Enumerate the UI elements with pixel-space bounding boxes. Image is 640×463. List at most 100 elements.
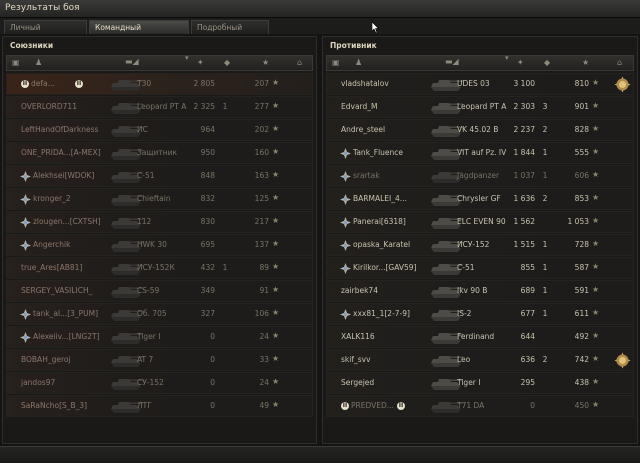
player-row[interactable]: SaRaNcho[S_B_3] ЛТГ 0 49 ★ [6,395,313,417]
player-name: Alexeiiv...[LNG2T] [33,332,100,341]
player-row[interactable]: II defa... II T30 2 805 207 ★ [6,73,313,95]
tank-name: ELC EVEN 90 [457,217,506,226]
player-column-icon[interactable]: ♟ [35,58,42,67]
medal-column-icon[interactable]: ⌂ [617,58,622,67]
player-row[interactable]: Edvard_M Leopard PT A 2 303 3 901 ★ [326,96,634,118]
player-row[interactable]: XALK116 Ferdinand 644 492 ★ [326,326,634,348]
player-row[interactable]: BARMALEI_4... Chrysler GF 1 636 2 853 ★ [326,188,634,210]
title-bar: Результаты боя [0,0,640,18]
xp-value: 742 [574,355,589,364]
xp-value: 89 [259,263,269,272]
player-name: Sergejed [341,378,375,387]
player-row[interactable]: II PREDVED... II T71 DA 0 450 ★ [326,395,634,417]
player-row[interactable]: xxx81_1[2-7-9] IS-2 677 1 611 ★ [326,303,634,325]
clan-emblem-icon [20,171,31,182]
player-row[interactable]: tank_al...[3_PUM] Об. 705 327 106 ★ [6,303,313,325]
xp-value: 901 [574,102,589,111]
allies-title: Союзники [10,41,54,50]
player-row[interactable]: Andre_steel VK 45.02 B 2 237 2 828 ★ [326,119,634,141]
xp-value: 438 [574,378,589,387]
kills-column-icon[interactable]: ◆ [224,58,230,67]
damage-value: 2 303 [513,102,535,111]
player-row[interactable]: opaska_Karatel ИСУ-152 1 515 1 728 ★ [326,234,634,256]
kills-value: 1 [542,263,548,272]
kills-value: 3 [542,102,548,111]
player-name: BOBAH_geroj [21,355,71,364]
tank-name: Leopard PT A [137,102,187,111]
xp-value: 202 [254,125,269,134]
player-row[interactable]: Alexeiiv...[LNG2T] Tiger I 0 24 ★ [6,326,313,348]
player-name: vladshatalov [341,79,389,88]
medal-icon[interactable] [614,352,631,369]
tab-detailed-report[interactable]: Подробный отчёт [191,20,269,45]
xp-star-icon: ★ [592,285,600,294]
tab-bar: Личный результат Командный результат Под… [0,18,640,45]
tank-name: Ikv 90 B [457,286,488,295]
medal-column-icon[interactable]: ⌂ [297,58,302,67]
kills-column-icon[interactable]: ◆ [544,58,550,67]
window-title: Результаты боя [5,3,80,13]
player-row[interactable]: kronger_2 Chieftain 832 125 ★ [6,188,313,210]
squad-column-icon[interactable]: ▣ [12,58,20,67]
xp-star-icon: ★ [272,216,280,225]
player-row[interactable]: Angerchik HWK 30 695 137 ★ [6,234,313,256]
kills-value: 1 [542,309,548,318]
player-column-icon[interactable]: ♟ [355,58,362,67]
damage-value: 636 [520,355,535,364]
clan-emblem-icon [20,217,31,228]
player-row[interactable]: Kirilkor...[GAV59] C-51 855 1 587 ★ [326,257,634,279]
player-row[interactable]: zlougen...[CXTSH] 112 830 217 ★ [6,211,313,233]
player-name: ONE_PRIDA...[A-MEX] [21,148,101,157]
player-row[interactable]: ONE_PRIDA...[A-MEX] Защитник 950 160 ★ [6,142,313,164]
xp-column-icon[interactable]: ★ [262,58,269,67]
xp-value: 728 [574,240,589,249]
player-name: jandos97 [21,378,56,387]
damage-value: 848 [200,171,215,180]
player-row[interactable]: Tank_Fluence VIT auf Pz. IV 1 844 1 555 ★ [326,142,634,164]
player-row[interactable]: true_Ares[AB81] ИСУ-152К 432 1 89 ★ [6,257,313,279]
player-row[interactable]: srartak Jagdpanzer 1 037 1 606 ★ [326,165,634,187]
player-row[interactable]: vladshatalov UDES 03 3 100 810 ★ [326,73,634,95]
player-row[interactable]: BOBAH_geroj AT 7 0 33 ★ [6,349,313,371]
player-row[interactable]: Sergejed Tiger I 295 438 ★ [326,372,634,394]
tank-column-icon[interactable]: ▬◢ [445,57,459,66]
damage-column-icon[interactable]: ✦ [517,58,524,67]
player-row[interactable]: Panerai[6318] ELC EVEN 90 1 562 1 053 ★ [326,211,634,233]
player-row[interactable]: skif_svv Leo 636 2 742 ★ [326,349,634,371]
medal-icon[interactable] [614,76,631,93]
kills-value: 1 [222,102,228,111]
damage-value: 1 562 [513,217,535,226]
player-row[interactable]: Alekhsei[WDOK] C-51 848 163 ★ [6,165,313,187]
player-row[interactable]: SERGEY_VASILICH_ CS-59 349 91 ★ [6,280,313,302]
mouse-cursor-icon [372,22,380,33]
player-row[interactable]: zairbek74 Ikv 90 B 689 1 591 ★ [326,280,634,302]
player-name: Andre_steel [341,125,386,134]
kills-value: 2 [542,194,548,203]
xp-column-icon[interactable]: ★ [582,58,589,67]
xp-value: 492 [574,332,589,341]
sort-indicator-icon: ▾ [185,54,189,62]
xp-value: 555 [574,148,589,157]
damage-column-icon[interactable]: ✦ [197,58,204,67]
player-row[interactable]: LeftHandOfDarkness ИС 964 202 ★ [6,119,313,141]
player-row[interactable]: jandos97 СУ-152 0 24 ★ [6,372,313,394]
xp-value: 49 [259,401,269,410]
tab-personal-result[interactable]: Личный результат [4,20,87,45]
xp-star-icon: ★ [272,78,280,87]
squad-column-icon[interactable]: ▣ [332,58,340,67]
xp-star-icon: ★ [592,400,600,409]
tank-name: Chieftain [137,194,171,203]
damage-value: 0 [210,332,215,341]
xp-star-icon: ★ [272,354,280,363]
tank-name: Защитник [137,148,178,157]
player-name: SaRaNcho[S_B_3] [21,401,88,410]
xp-star-icon: ★ [272,124,280,133]
xp-star-icon: ★ [592,239,600,248]
player-row[interactable]: OVERLORD711 Leopard PT A 2 325 1 277 ★ [6,96,313,118]
xp-star-icon: ★ [592,170,600,179]
tank-name: Jagdpanzer [457,171,500,180]
damage-value: 327 [200,309,215,318]
tank-column-icon[interactable]: ▬◢ [125,57,139,66]
tank-name: C-51 [137,171,155,180]
tab-team-result[interactable]: Командный результат [89,20,189,45]
